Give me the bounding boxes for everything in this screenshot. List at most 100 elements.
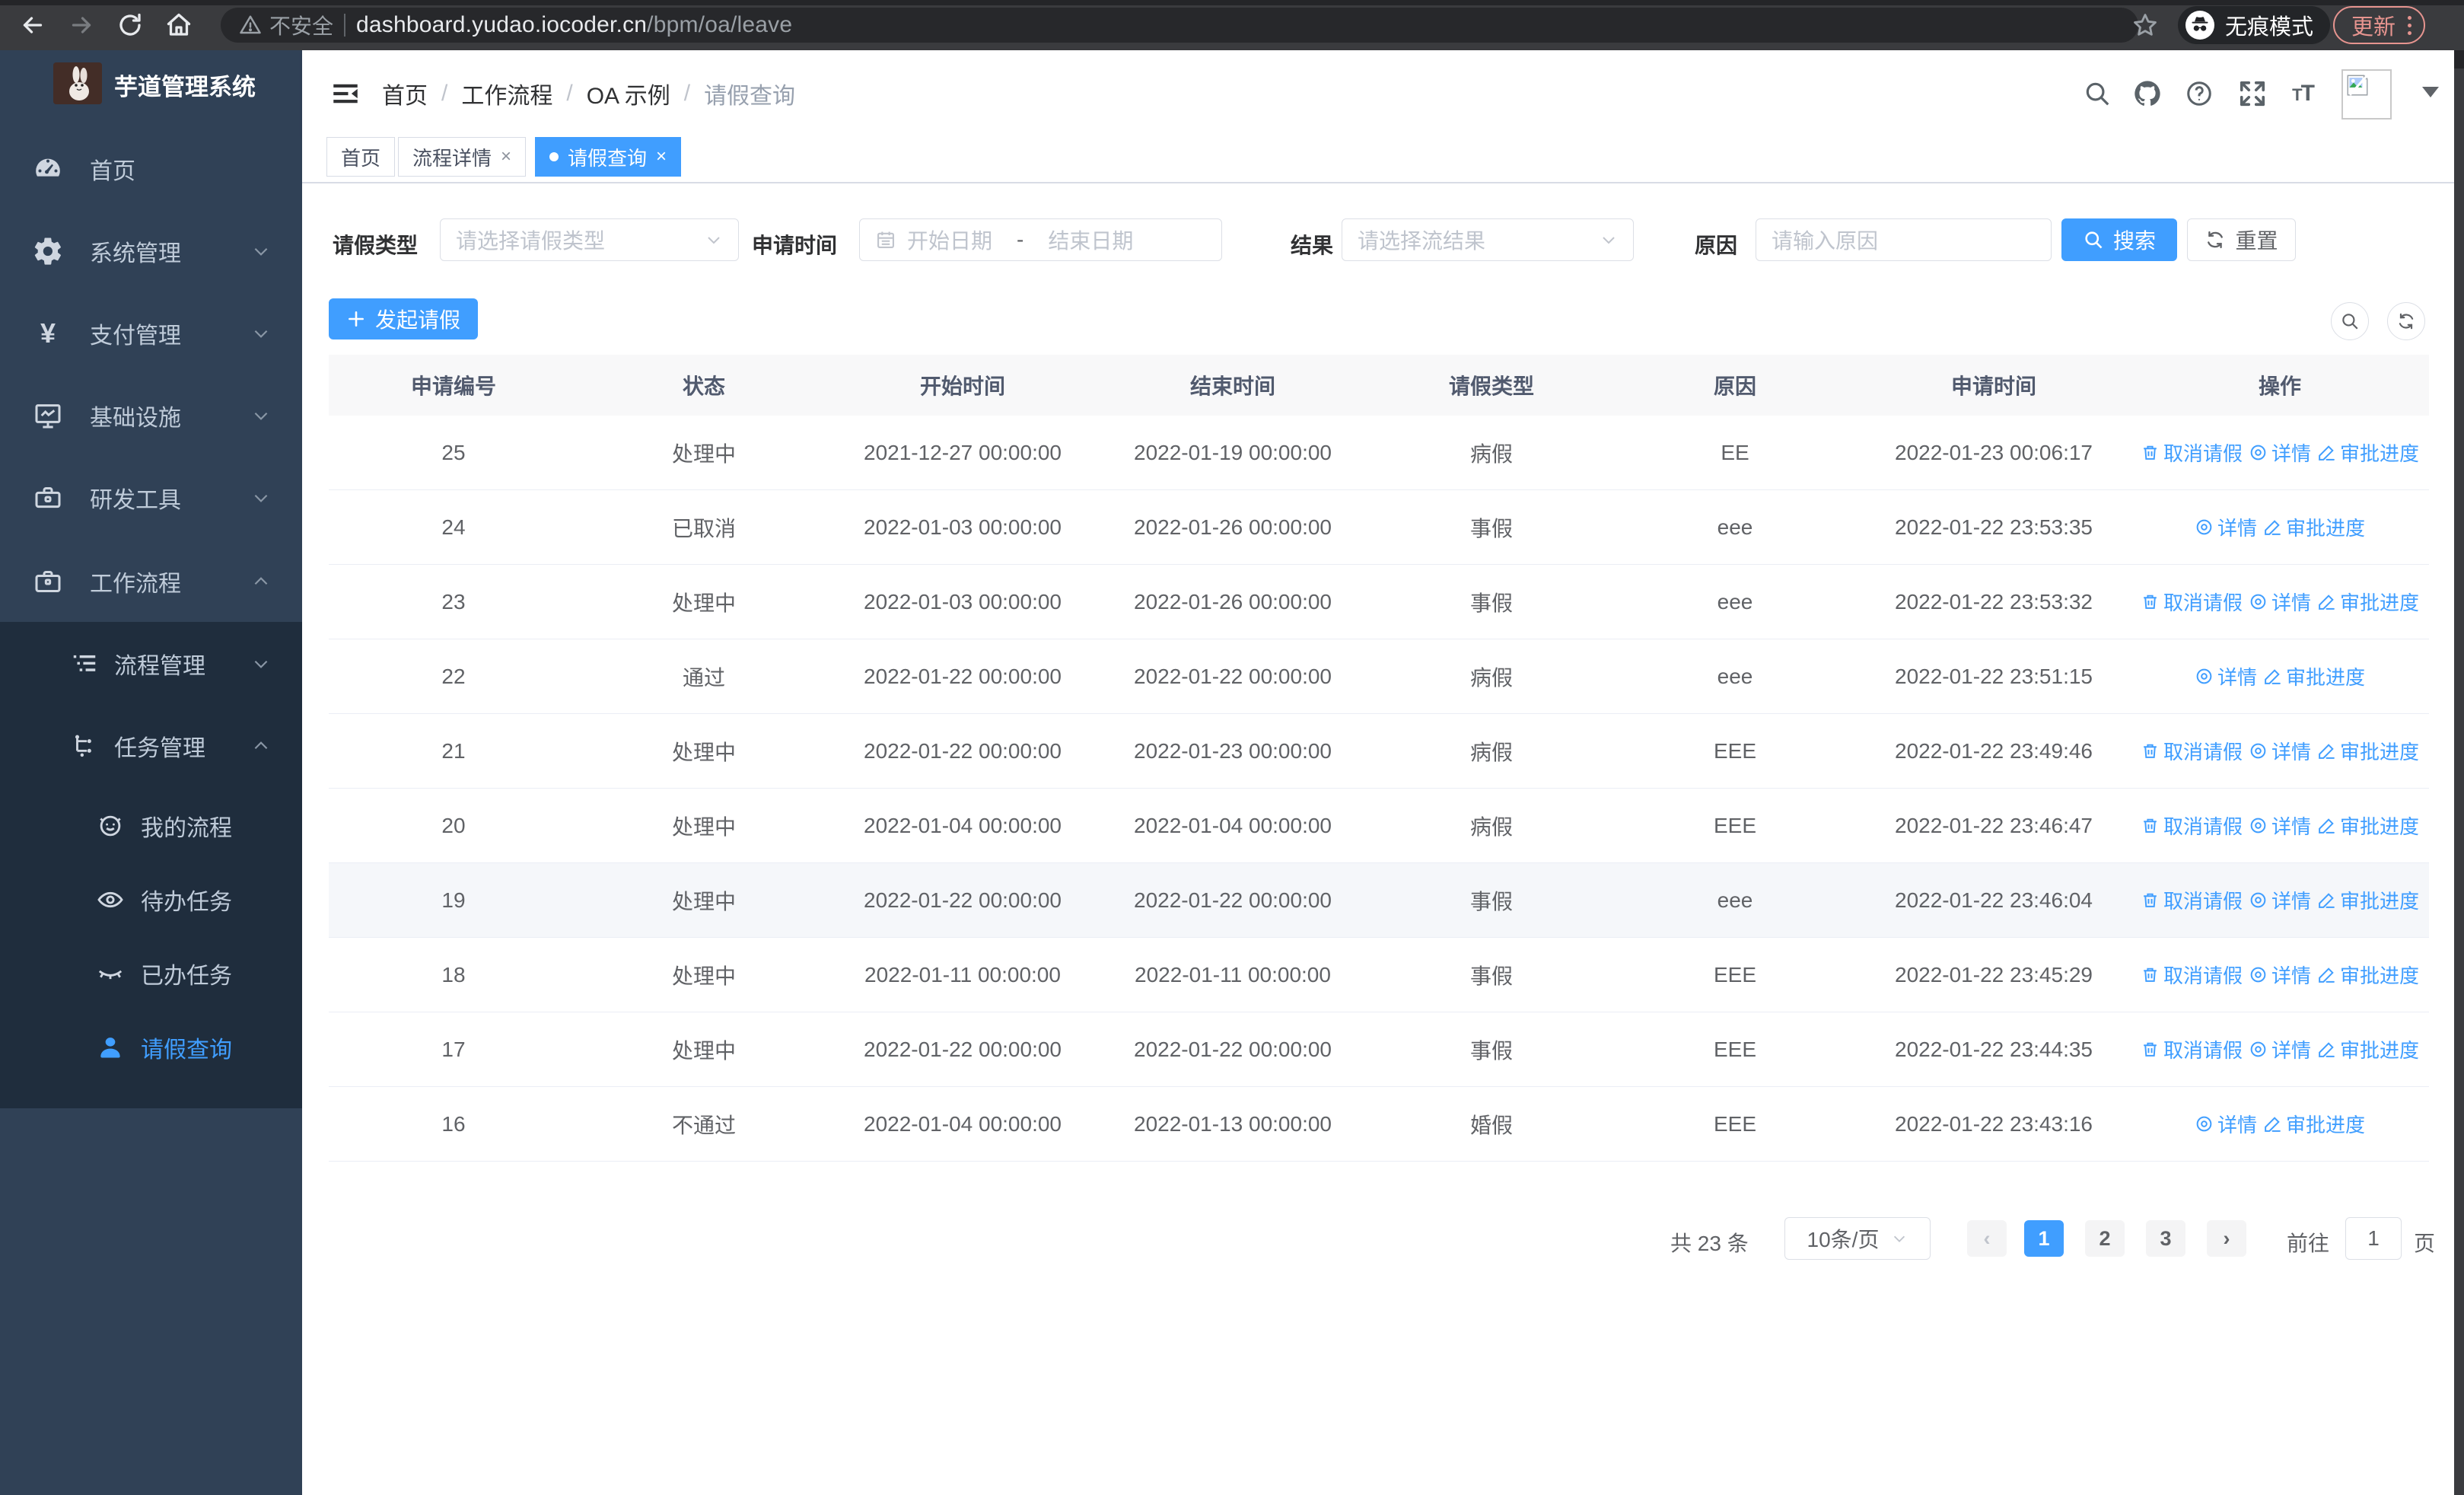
- chevron-down-icon: [251, 241, 271, 261]
- page-button-1[interactable]: 1: [2024, 1220, 2064, 1257]
- progress-link[interactable]: 审批进度: [2317, 961, 2419, 989]
- cancel-leave-link[interactable]: 取消请假: [2141, 886, 2243, 914]
- progress-link[interactable]: 审批进度: [2263, 662, 2365, 690]
- table-row: 24 已取消 2022-01-03 00:00:00 2022-01-26 00…: [329, 490, 2429, 565]
- help-icon[interactable]: [2180, 75, 2218, 112]
- home-icon[interactable]: [163, 9, 195, 41]
- apply-time-range-picker[interactable]: 开始日期 - 结束日期: [859, 218, 1222, 261]
- cell-leave-type: 病假: [1469, 740, 1513, 764]
- breadcrumb-item[interactable]: 首页: [382, 77, 428, 110]
- cancel-leave-link[interactable]: 取消请假: [2141, 588, 2243, 616]
- pen-icon: [2319, 893, 2335, 908]
- security-warning[interactable]: 不安全: [239, 10, 333, 40]
- table-row: 19 处理中 2022-01-22 00:00:00 2022-01-22 00…: [329, 863, 2429, 938]
- cancel-leave-link[interactable]: 取消请假: [2141, 737, 2243, 765]
- detail-link[interactable]: 详情: [2249, 588, 2311, 616]
- chevron-down-icon[interactable]: [2422, 87, 2439, 97]
- search-circle-icon[interactable]: [2331, 302, 2369, 340]
- cell-apply-time: 2022-01-22 23:45:29: [1895, 962, 2093, 987]
- cancel-leave-link[interactable]: 取消请假: [2141, 1035, 2243, 1063]
- avatar-broken-image[interactable]: [2341, 69, 2392, 120]
- sidebar-item-process-mgmt[interactable]: 流程管理: [0, 623, 302, 705]
- tab-leave-query[interactable]: 请假查询 ×: [535, 137, 682, 177]
- sidebar-item-leave-query[interactable]: 请假查询: [0, 1010, 302, 1084]
- reset-button[interactable]: 重置: [2187, 218, 2296, 261]
- progress-link[interactable]: 审批进度: [2317, 886, 2419, 914]
- detail-link[interactable]: 详情: [2249, 811, 2311, 840]
- reason-input[interactable]: 请输入原因: [1756, 218, 2052, 261]
- create-leave-button[interactable]: 发起请假: [329, 298, 478, 339]
- detail-link[interactable]: 详情: [2249, 886, 2311, 914]
- page-button-2[interactable]: 2: [2085, 1220, 2125, 1257]
- prev-page-button[interactable]: ‹: [1967, 1220, 2007, 1257]
- eye-icon: [2250, 594, 2266, 610]
- cell-leave-type: 病假: [1469, 441, 1513, 466]
- progress-link[interactable]: 审批进度: [2263, 513, 2365, 541]
- detail-link[interactable]: 详情: [2249, 737, 2311, 765]
- cancel-leave-link[interactable]: 取消请假: [2141, 961, 2243, 989]
- detail-link[interactable]: 详情: [2195, 662, 2257, 690]
- progress-link[interactable]: 审批进度: [2317, 588, 2419, 616]
- breadcrumb-item[interactable]: 工作流程: [461, 77, 552, 110]
- sidebar-item-task-mgmt[interactable]: 任务管理: [0, 705, 302, 787]
- github-icon[interactable]: [2128, 75, 2166, 112]
- tab-home[interactable]: 首页: [326, 137, 396, 177]
- progress-link[interactable]: 审批进度: [2263, 1110, 2365, 1138]
- forward-icon[interactable]: [65, 9, 97, 41]
- progress-link[interactable]: 审批进度: [2317, 438, 2419, 467]
- bookmark-star-icon[interactable]: [2129, 9, 2161, 41]
- next-page-button[interactable]: ›: [2207, 1220, 2246, 1257]
- progress-link[interactable]: 审批进度: [2317, 737, 2419, 765]
- tab-process-detail[interactable]: 流程详情 ×: [398, 137, 527, 177]
- progress-link[interactable]: 审批进度: [2317, 811, 2419, 840]
- sidebar-item-done-tasks[interactable]: 已办任务: [0, 936, 302, 1010]
- page-button-3[interactable]: 3: [2146, 1220, 2185, 1257]
- incognito-badge: 无痕模式: [2178, 6, 2331, 44]
- close-icon[interactable]: ×: [656, 146, 667, 167]
- update-button[interactable]: 更新: [2333, 6, 2426, 44]
- browser-scrollbar[interactable]: [2454, 50, 2464, 1495]
- app-logo-row[interactable]: 芋道管理系统: [0, 58, 302, 111]
- goto-page-input[interactable]: 1: [2345, 1217, 2402, 1260]
- sidebar-item-system[interactable]: 系统管理: [0, 210, 302, 292]
- sidebar-item-home[interactable]: 首页: [0, 128, 302, 210]
- cancel-leave-link[interactable]: 取消请假: [2141, 811, 2243, 840]
- collapse-sidebar-icon[interactable]: [327, 75, 364, 112]
- sidebar-item-workflow[interactable]: 工作流程: [0, 540, 302, 623]
- address-bar[interactable]: 不安全 dashboard.yudao.iocoder.cn/bpm/oa/le…: [221, 8, 2138, 43]
- sidebar-item-infra[interactable]: 基础设施: [0, 375, 302, 457]
- sidebar-item-my-process[interactable]: 我的流程: [0, 789, 302, 862]
- back-icon[interactable]: [17, 9, 49, 41]
- detail-link[interactable]: 详情: [2249, 438, 2311, 467]
- detail-link[interactable]: 详情: [2249, 1035, 2311, 1063]
- detail-link[interactable]: 详情: [2195, 1110, 2257, 1138]
- search-button[interactable]: 搜索: [2061, 218, 2177, 261]
- result-select[interactable]: 请选择流结果: [1342, 218, 1634, 261]
- chevron-down-icon: [251, 406, 271, 426]
- cell-reason: EEE: [1713, 1037, 1757, 1061]
- sidebar-item-payment[interactable]: ¥ 支付管理: [0, 292, 302, 375]
- browser-toolbar: 不安全 dashboard.yudao.iocoder.cn/bpm/oa/le…: [0, 0, 2464, 50]
- active-dot: [549, 152, 559, 161]
- chevron-down-icon: [251, 488, 271, 508]
- cell-end-time: 2022-01-22 00:00:00: [1134, 1037, 1332, 1061]
- cancel-leave-link[interactable]: 取消请假: [2141, 438, 2243, 467]
- cell-apply-time: 2022-01-22 23:43:16: [1895, 1111, 2093, 1136]
- detail-link[interactable]: 详情: [2195, 513, 2257, 541]
- sidebar-item-label: 支付管理: [90, 324, 181, 349]
- menu-dots-icon[interactable]: [2408, 15, 2412, 35]
- sidebar-item-devtools[interactable]: 研发工具: [0, 457, 302, 539]
- reload-icon[interactable]: [114, 9, 146, 41]
- progress-link[interactable]: 审批进度: [2317, 1035, 2419, 1063]
- fullscreen-icon[interactable]: [2233, 75, 2271, 112]
- cell-start-time: 2022-01-22 00:00:00: [864, 888, 1062, 912]
- page-size-select[interactable]: 10条/页: [1784, 1217, 1931, 1260]
- search-icon[interactable]: [2078, 75, 2116, 112]
- breadcrumb-item[interactable]: OA 示例: [587, 77, 670, 110]
- sidebar-item-todo-tasks[interactable]: 待办任务: [0, 862, 302, 936]
- leave-type-select[interactable]: 请选择请假类型: [440, 218, 739, 261]
- close-icon[interactable]: ×: [501, 146, 511, 167]
- refresh-circle-icon[interactable]: [2387, 302, 2425, 340]
- font-size-icon[interactable]: TT: [2284, 75, 2322, 112]
- detail-link[interactable]: 详情: [2249, 961, 2311, 989]
